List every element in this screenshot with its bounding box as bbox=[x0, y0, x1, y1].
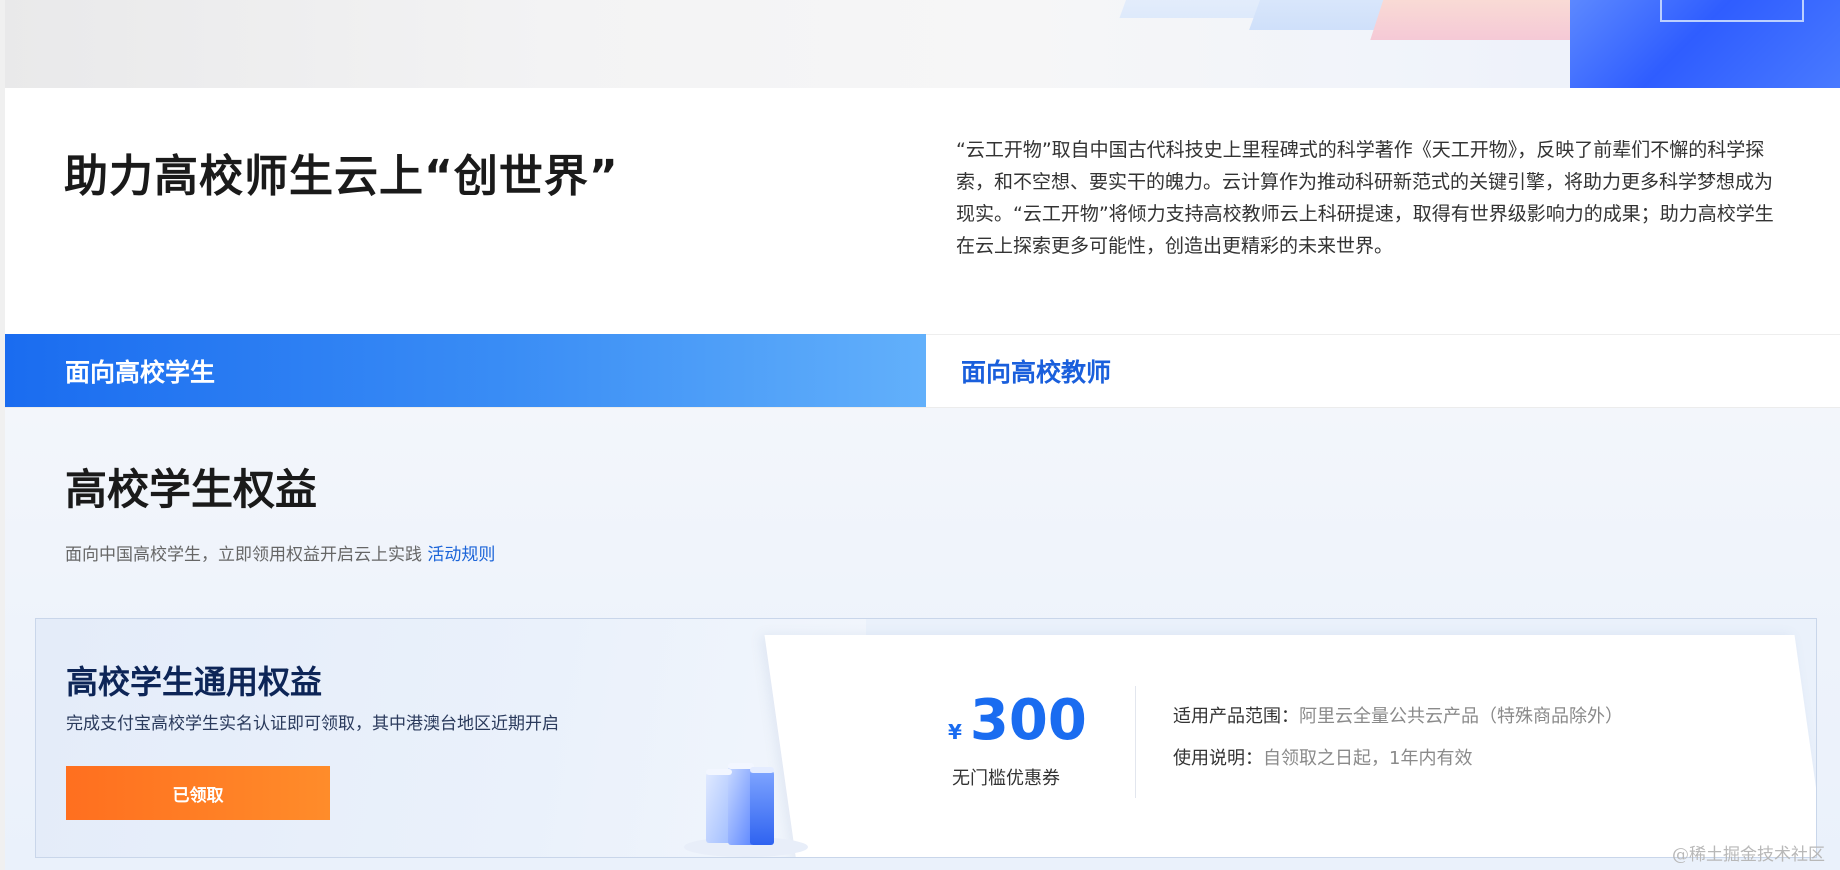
section-title: 高校学生权益 bbox=[65, 465, 318, 514]
section-subtitle-text: 面向中国高校学生，立即领用权益开启云上实践 bbox=[65, 545, 422, 565]
section-subtitle: 面向中国高校学生，立即领用权益开启云上实践 活动规则 bbox=[65, 540, 495, 565]
benefit-card: 高校学生通用权益 完成支付宝高校学生实名认证即可领取，其中港澳台地区近期开启 已… bbox=[35, 618, 1817, 858]
scope-value: 阿里云全量公共云产品（特殊商品除外） bbox=[1299, 706, 1623, 727]
books-illustration-icon bbox=[684, 763, 808, 857]
coupon-amount: 300 bbox=[969, 688, 1087, 753]
intro-title: 助力高校师生云上“创世界” bbox=[64, 151, 619, 202]
benefit-card-title: 高校学生通用权益 bbox=[66, 663, 323, 701]
rules-link[interactable]: 活动规则 bbox=[427, 545, 495, 565]
intro-description: “云工开物”取自中国古代科技史上里程碑式的科学著作《天工开物》，反映了前辈们不懈… bbox=[956, 139, 1774, 257]
watermark: @稀土掘金技术社区 bbox=[1672, 845, 1825, 865]
scope-info: 适用产品范围：阿里云全量公共云产品（特殊商品除外） bbox=[1173, 702, 1623, 728]
usage-label: 使用说明： bbox=[1173, 748, 1263, 769]
hero-banner bbox=[0, 0, 1840, 88]
tab-students[interactable]: 面向高校学生 bbox=[5, 334, 926, 407]
benefit-card-description: 完成支付宝高校学生实名认证即可领取，其中港澳台地区近期开启 bbox=[66, 714, 559, 734]
coupon-value: ¥ 300 bbox=[948, 688, 1087, 753]
scope-label: 适用产品范围： bbox=[1173, 706, 1299, 727]
usage-info: 使用说明：自领取之日起，1年内有效 bbox=[1173, 744, 1472, 770]
claimed-button[interactable]: 已领取 bbox=[66, 766, 330, 820]
coupon-currency: ¥ bbox=[948, 720, 962, 744]
banner-frame bbox=[1660, 0, 1804, 22]
coupon-label: 无门槛优惠券 bbox=[952, 768, 1060, 789]
coupon-divider bbox=[1135, 686, 1136, 798]
usage-value: 自领取之日起，1年内有效 bbox=[1263, 748, 1473, 769]
tab-teachers[interactable]: 面向高校教师 bbox=[926, 334, 1840, 407]
audience-tabs: 面向高校学生 面向高校教师 bbox=[5, 334, 1840, 408]
